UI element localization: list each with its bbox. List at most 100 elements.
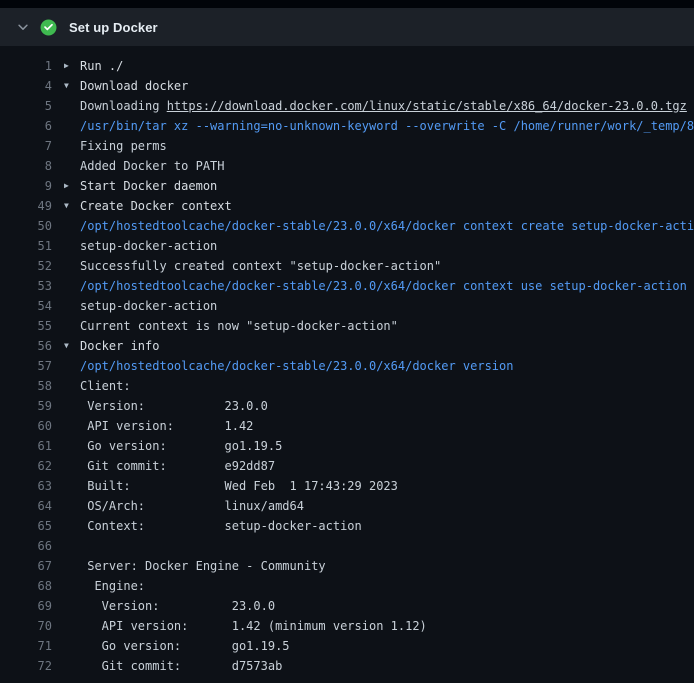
success-check-icon xyxy=(40,19,57,36)
line-number[interactable]: 57 xyxy=(0,356,52,376)
line-number[interactable]: 1 xyxy=(0,56,52,76)
line-number[interactable]: 69 xyxy=(0,596,52,616)
log-text: API version: 1.42 (minimum version 1.12) xyxy=(80,616,694,636)
line-number[interactable]: 51 xyxy=(0,236,52,256)
log-command: /usr/bin/tar xz --warning=no-unknown-key… xyxy=(80,116,694,136)
log-line: 54setup-docker-action xyxy=(0,296,694,316)
gutter-spacer xyxy=(64,636,80,656)
log-container: 1▶Run ./4▼Download docker5Downloading ht… xyxy=(0,46,694,676)
actions-log-page: Set up Docker 1▶Run ./4▼Download docker5… xyxy=(0,0,694,676)
log-line: 70 API version: 1.42 (minimum version 1.… xyxy=(0,616,694,636)
group-title[interactable]: Run ./ xyxy=(80,56,694,76)
gutter-spacer xyxy=(64,576,80,596)
line-number[interactable]: 4 xyxy=(0,76,52,96)
group-title[interactable]: Create Docker context xyxy=(80,196,694,216)
group-collapsed-icon[interactable]: ▶ xyxy=(64,56,80,76)
group-title[interactable]: Start Docker daemon xyxy=(80,176,694,196)
line-number[interactable]: 54 xyxy=(0,296,52,316)
gutter-spacer xyxy=(64,96,80,116)
line-number[interactable]: 56 xyxy=(0,336,52,356)
line-number[interactable]: 6 xyxy=(0,116,52,136)
line-number[interactable]: 63 xyxy=(0,476,52,496)
gutter-spacer xyxy=(64,236,80,256)
log-text: Successfully created context "setup-dock… xyxy=(80,256,694,276)
gutter-spacer xyxy=(64,456,80,476)
line-number[interactable]: 58 xyxy=(0,376,52,396)
line-number[interactable]: 70 xyxy=(0,616,52,636)
group-title[interactable]: Docker info xyxy=(80,336,694,356)
gutter-spacer xyxy=(64,356,80,376)
line-number[interactable]: 67 xyxy=(0,556,52,576)
line-number[interactable]: 52 xyxy=(0,256,52,276)
log-line: 66 xyxy=(0,536,694,556)
line-number[interactable]: 50 xyxy=(0,216,52,236)
group-title[interactable]: Download docker xyxy=(80,76,694,96)
group-expanded-icon[interactable]: ▼ xyxy=(64,336,80,356)
gutter-spacer xyxy=(64,116,80,136)
top-strip xyxy=(0,0,694,8)
gutter-spacer xyxy=(64,276,80,296)
log-text: Version: 23.0.0 xyxy=(80,396,694,416)
line-number[interactable]: 59 xyxy=(0,396,52,416)
log-line: 68 Engine: xyxy=(0,576,694,596)
chevron-down-icon[interactable] xyxy=(16,20,30,34)
gutter-spacer xyxy=(64,436,80,456)
log-text: Git commit: e92dd87 xyxy=(80,456,694,476)
line-number[interactable]: 5 xyxy=(0,96,52,116)
log-text: Go version: go1.19.5 xyxy=(80,636,694,656)
log-line: 49 ▼Create Docker context xyxy=(0,196,694,216)
log-line: 69 Version: 23.0.0 xyxy=(0,596,694,616)
log-line: 59 Version: 23.0.0 xyxy=(0,396,694,416)
gutter-spacer xyxy=(64,136,80,156)
line-number[interactable]: 61 xyxy=(0,436,52,456)
log-text: Context: setup-docker-action xyxy=(80,516,694,536)
log-link[interactable]: https://download.docker.com/linux/static… xyxy=(167,99,687,113)
line-number[interactable]: 53 xyxy=(0,276,52,296)
gutter-spacer xyxy=(64,256,80,276)
log-command: /opt/hostedtoolcache/docker-stable/23.0.… xyxy=(80,216,694,236)
line-number[interactable]: 9 xyxy=(0,176,52,196)
log-line: 58Client: xyxy=(0,376,694,396)
gutter-spacer xyxy=(64,156,80,176)
line-number[interactable]: 8 xyxy=(0,156,52,176)
line-number[interactable]: 64 xyxy=(0,496,52,516)
log-line: 53/opt/hostedtoolcache/docker-stable/23.… xyxy=(0,276,694,296)
log-line: 71 Go version: go1.19.5 xyxy=(0,636,694,656)
gutter-spacer xyxy=(64,476,80,496)
log-line: 52 Successfully created context "setup-do… xyxy=(0,256,694,276)
log-line: 55 Current context is now "setup-docker-a… xyxy=(0,316,694,336)
line-number[interactable]: 49 xyxy=(0,196,52,216)
log-line: 72 Git commit: d7573ab xyxy=(0,656,694,676)
log-text: Go version: go1.19.5 xyxy=(80,436,694,456)
gutter-spacer xyxy=(64,536,80,556)
line-number[interactable]: 68 xyxy=(0,576,52,596)
line-number[interactable]: 65 xyxy=(0,516,52,536)
log-line: 65 Context: setup-docker-action xyxy=(0,516,694,536)
line-number[interactable]: 60 xyxy=(0,416,52,436)
gutter-spacer xyxy=(64,376,80,396)
step-header[interactable]: Set up Docker xyxy=(0,8,694,46)
log-line: 51setup-docker-action xyxy=(0,236,694,256)
line-number[interactable]: 71 xyxy=(0,636,52,656)
line-number[interactable]: 55 xyxy=(0,316,52,336)
log-line: 50/opt/hostedtoolcache/docker-stable/23.… xyxy=(0,216,694,236)
line-number[interactable]: 62 xyxy=(0,456,52,476)
log-text: Downloading xyxy=(80,99,167,113)
log-line: 56 ▼Docker info xyxy=(0,336,694,356)
gutter-spacer xyxy=(64,596,80,616)
log-line: 63 Built: Wed Feb 1 17:43:29 2023 xyxy=(0,476,694,496)
log-text: Current context is now "setup-docker-act… xyxy=(80,316,694,336)
group-collapsed-icon[interactable]: ▶ xyxy=(64,176,80,196)
log-text xyxy=(80,536,694,556)
line-number[interactable]: 66 xyxy=(0,536,52,556)
log-line: 60 API version: 1.42 xyxy=(0,416,694,436)
group-expanded-icon[interactable]: ▼ xyxy=(64,196,80,216)
log-line: 4 ▼Download docker xyxy=(0,76,694,96)
line-number[interactable]: 72 xyxy=(0,656,52,676)
log-line: 9 ▶Start Docker daemon xyxy=(0,176,694,196)
log-text: Built: Wed Feb 1 17:43:29 2023 xyxy=(80,476,694,496)
group-expanded-icon[interactable]: ▼ xyxy=(64,76,80,96)
line-number[interactable]: 7 xyxy=(0,136,52,156)
gutter-spacer xyxy=(64,616,80,636)
gutter-spacer xyxy=(64,496,80,516)
